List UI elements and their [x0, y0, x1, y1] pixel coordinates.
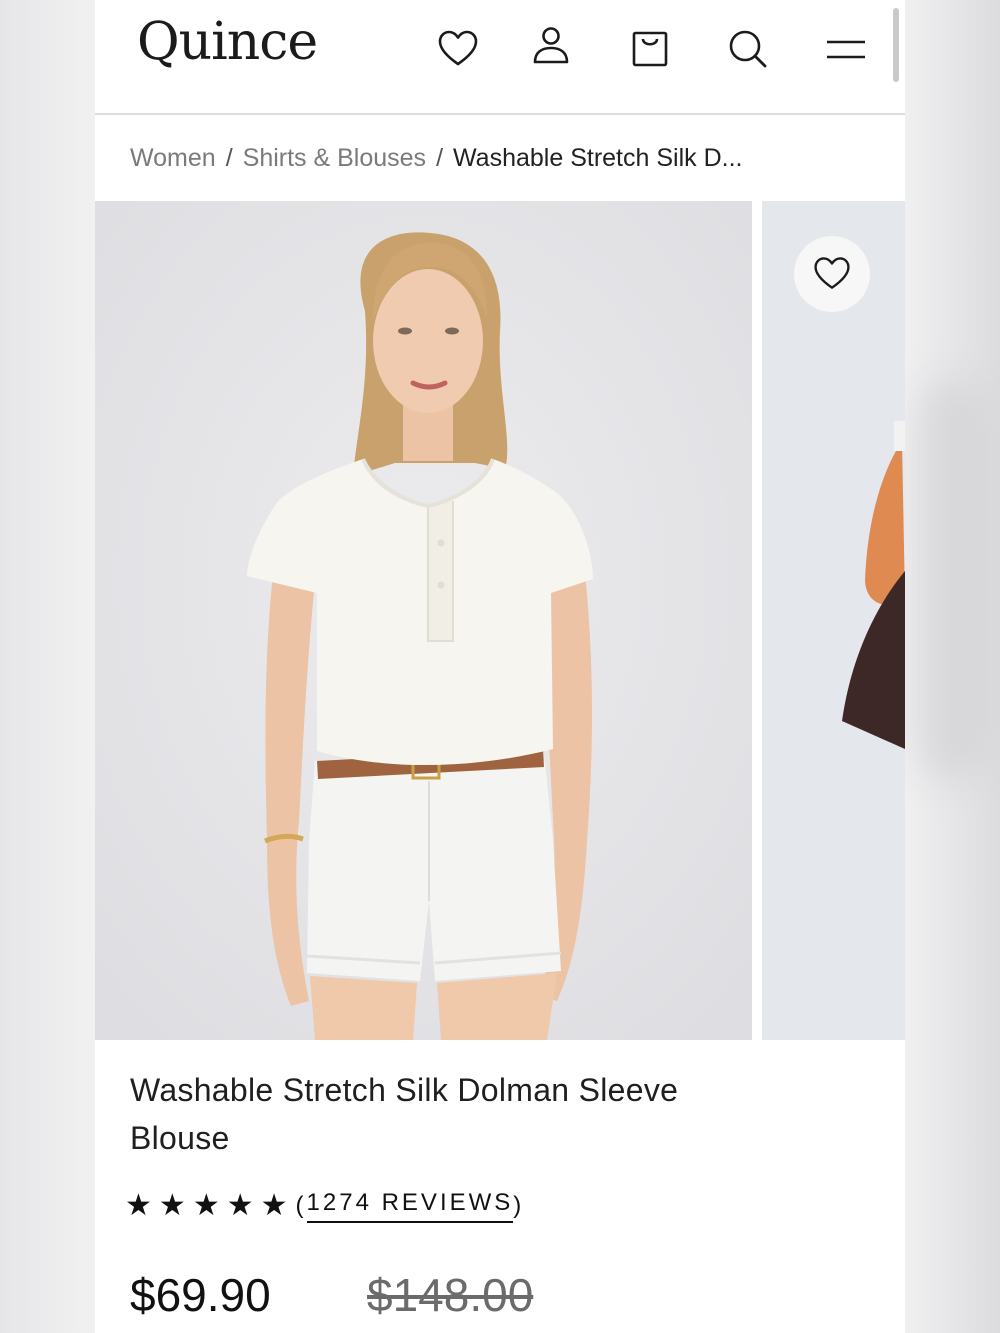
product-title: Washable Stretch Silk Dolman Sleeve Blou… — [130, 1072, 679, 1156]
star-icon: ★ — [226, 1189, 254, 1222]
model-photo — [95, 201, 752, 1040]
star-icon: ★ — [158, 1189, 186, 1222]
search-icon[interactable] — [725, 26, 771, 72]
breadcrumb-shirts-blouses[interactable]: Shirts & Blouses — [243, 144, 426, 173]
user-icon[interactable] — [529, 26, 575, 72]
reviews-paren-open: ( — [295, 1192, 307, 1219]
star-icon: ★ — [192, 1189, 220, 1222]
shopping-bag-icon[interactable] — [627, 26, 673, 72]
heart-outline-icon — [814, 257, 850, 289]
breadcrumb-separator: / — [225, 143, 233, 172]
menu-icon[interactable] — [823, 26, 869, 72]
breadcrumb: Women / Shirts & Blouses / Washable Stre… — [130, 140, 742, 176]
product-page: Quince Women / Shirts & Blouses / Washab… — [95, 0, 905, 1333]
wishlist-button[interactable] — [794, 236, 870, 312]
heart-icon[interactable] — [435, 26, 481, 72]
brand-logo[interactable]: Quince — [137, 12, 318, 72]
sale-price: $69.90 — [130, 1269, 271, 1321]
breadcrumb-separator: / — [436, 143, 444, 172]
reviews-link[interactable]: 1274 REVIEWS — [306, 1189, 514, 1223]
site-header: Quince — [95, 0, 905, 115]
product-image-next[interactable] — [762, 201, 905, 1040]
star-icon: ★ — [125, 1189, 152, 1222]
reviews-paren-close: ) — [513, 1192, 525, 1219]
backdrop-right — [905, 0, 1000, 1333]
backdrop-left — [0, 0, 95, 1333]
scrollbar-thumb[interactable] — [893, 8, 899, 82]
reviews-count: ( 1274 REVIEWS ) — [296, 1189, 525, 1223]
compare-price: $148.00 — [367, 1269, 534, 1321]
product-rating: ★ ★ ★ ★ ★ ( 1274 REVIEWS ) — [125, 1186, 524, 1226]
star-rating: ★ ★ ★ ★ ★ — [125, 1191, 288, 1221]
breadcrumb-current: Washable Stretch Silk D... — [453, 143, 743, 172]
next-photo — [762, 201, 905, 1040]
breadcrumb-women[interactable]: Women — [130, 144, 216, 173]
product-image-main[interactable] — [95, 201, 752, 1040]
star-icon: ★ — [260, 1189, 288, 1222]
